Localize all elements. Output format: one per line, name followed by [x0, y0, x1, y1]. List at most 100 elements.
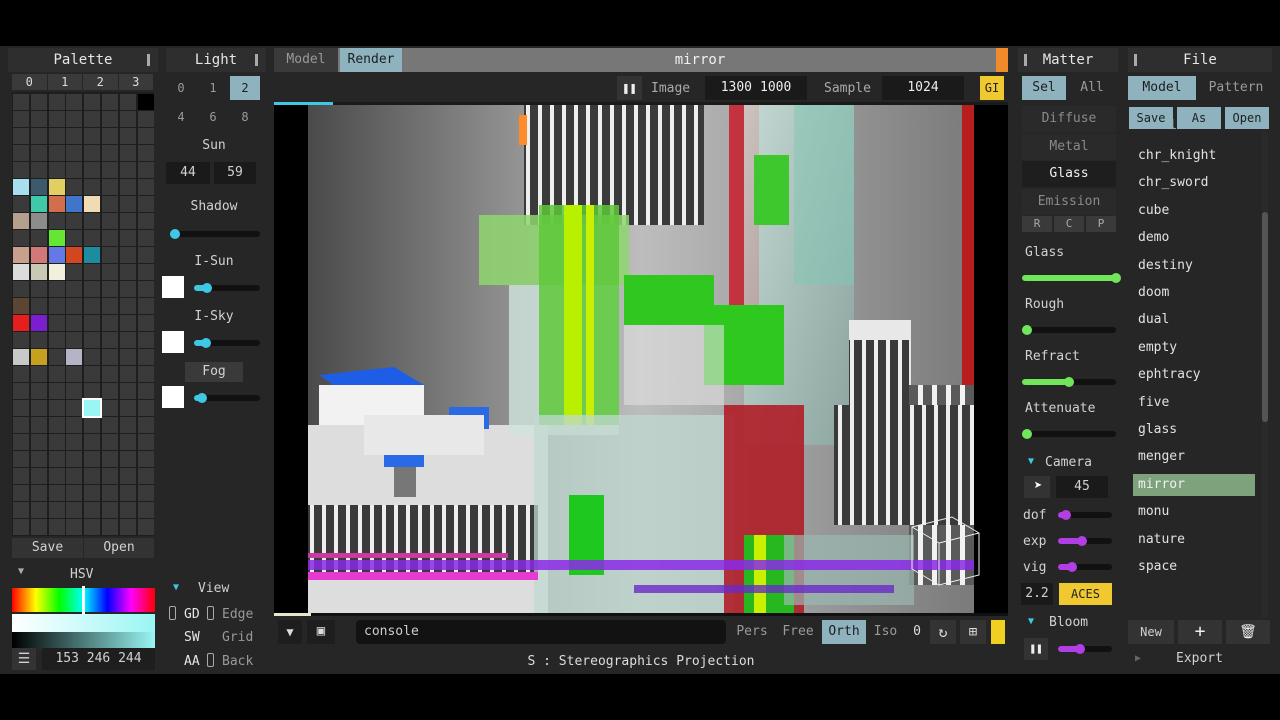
palette-color-swatch[interactable] [66, 247, 83, 263]
panel-grip-icon[interactable] [147, 54, 150, 66]
palette-cell[interactable] [48, 451, 65, 467]
file-list-item[interactable]: mirror [1133, 473, 1255, 496]
palette-cell[interactable] [48, 417, 65, 433]
file-list-item[interactable]: destiny [1133, 255, 1255, 277]
palette-cell[interactable] [48, 400, 65, 416]
palette-tab-2[interactable]: 2 [83, 74, 118, 90]
palette-cell[interactable] [66, 230, 83, 246]
hue-marker[interactable] [82, 586, 85, 614]
light-tab-0[interactable]: 0 [166, 76, 196, 100]
shadow-slider[interactable] [170, 229, 260, 239]
palette-cell[interactable] [66, 94, 83, 110]
palette-cell[interactable] [102, 281, 118, 297]
material-emission[interactable]: Emission [1022, 188, 1116, 215]
slider-knob[interactable] [1066, 562, 1077, 572]
palette-cell[interactable] [66, 400, 83, 416]
palette-cell[interactable] [66, 111, 83, 127]
palette-color-swatch[interactable] [13, 264, 29, 280]
palette-cell[interactable] [84, 417, 101, 433]
palette-cell[interactable] [30, 417, 47, 433]
fog-color-swatch[interactable] [162, 386, 184, 408]
bloom-collapse-icon[interactable]: ▼ [1028, 616, 1034, 627]
palette-cell[interactable] [13, 485, 29, 501]
camera-snapshot-icon[interactable]: ▣ [307, 620, 335, 644]
panel-grip-icon[interactable] [1134, 54, 1137, 66]
gd-toggle[interactable] [169, 606, 176, 620]
camera-collapse-icon[interactable]: ▼ [1028, 456, 1034, 467]
palette-cell[interactable] [13, 519, 29, 535]
palette-color-swatch[interactable] [13, 247, 29, 263]
palette-cell[interactable] [84, 468, 101, 484]
fog-slider[interactable] [194, 393, 260, 403]
palette-cell[interactable] [13, 417, 29, 433]
file-save-as-button[interactable]: As [1177, 107, 1221, 129]
palette-cell[interactable] [30, 94, 47, 110]
palette-cell[interactable] [13, 366, 29, 382]
panel-grip-icon[interactable] [1024, 54, 1027, 66]
palette-cell[interactable] [137, 281, 154, 297]
console-input[interactable]: console [356, 620, 726, 644]
palette-cell[interactable] [66, 128, 83, 144]
palette-grid[interactable] [12, 92, 154, 536]
palette-cell[interactable] [30, 400, 47, 416]
palette-cell[interactable] [119, 315, 136, 331]
collapse-arrow-icon[interactable]: ▼ [18, 566, 24, 577]
palette-cell[interactable] [66, 434, 83, 450]
slider-knob[interactable] [196, 393, 207, 403]
sun-color-swatch[interactable] [162, 276, 184, 298]
palette-cell[interactable] [13, 451, 29, 467]
palette-cell[interactable] [137, 383, 154, 399]
view-color-indicator[interactable] [991, 620, 1005, 644]
palette-cell[interactable] [102, 400, 118, 416]
palette-cell[interactable] [66, 315, 83, 331]
color-value-field[interactable]: 153 246 244 [42, 648, 155, 670]
reset-view-icon[interactable]: ↻ [930, 620, 956, 644]
light-tab-8[interactable]: 8 [230, 105, 260, 129]
palette-cell[interactable] [66, 145, 83, 161]
export-expand-icon[interactable]: ▶ [1135, 653, 1141, 664]
palette-cell[interactable] [119, 247, 136, 263]
palette-cell[interactable] [137, 247, 154, 263]
palette-cell[interactable] [119, 264, 136, 280]
palette-cell[interactable] [119, 111, 136, 127]
palette-cell[interactable] [30, 332, 47, 348]
palette-cell[interactable] [13, 332, 29, 348]
palette-cell[interactable] [30, 162, 47, 178]
file-list-item[interactable]: nature [1133, 529, 1255, 551]
palette-cell[interactable] [13, 128, 29, 144]
palette-cell[interactable] [66, 298, 83, 314]
file-list-item[interactable]: chr_sword [1133, 172, 1255, 194]
palette-cell[interactable] [84, 502, 101, 518]
palette-cell[interactable] [84, 298, 101, 314]
palette-cell[interactable] [137, 179, 154, 195]
palette-cell[interactable] [84, 519, 101, 535]
palette-cell[interactable] [102, 264, 118, 280]
palette-color-swatch[interactable] [66, 196, 83, 212]
projection-pers[interactable]: Pers [730, 620, 774, 644]
palette-cell[interactable] [137, 230, 154, 246]
projection-iso[interactable]: Iso [868, 620, 903, 644]
palette-cell[interactable] [102, 230, 118, 246]
palette-cell[interactable] [30, 145, 47, 161]
palette-cell[interactable] [102, 451, 118, 467]
light-tab-1[interactable]: 1 [198, 76, 228, 100]
palette-cell[interactable] [84, 111, 101, 127]
projection-orth[interactable]: Orth [822, 620, 866, 644]
file-open-button[interactable]: Open [1225, 107, 1269, 129]
palette-color-swatch[interactable] [30, 196, 47, 212]
palette-cell[interactable] [30, 383, 47, 399]
slider-knob[interactable] [1022, 429, 1032, 439]
palette-cell[interactable] [30, 111, 47, 127]
palette-cell[interactable] [48, 281, 65, 297]
palette-cell[interactable] [30, 485, 47, 501]
palette-cell[interactable] [119, 417, 136, 433]
light-tab-6[interactable]: 6 [198, 105, 228, 129]
palette-cell[interactable] [48, 111, 65, 127]
menu-icon[interactable]: ☰ [12, 648, 36, 670]
palette-color-swatch[interactable] [13, 349, 29, 365]
palette-cell[interactable] [30, 281, 47, 297]
vig-slider[interactable] [1058, 562, 1112, 572]
palette-cell[interactable] [137, 162, 154, 178]
file-list-item[interactable]: demo [1133, 227, 1255, 249]
palette-cell[interactable] [119, 332, 136, 348]
